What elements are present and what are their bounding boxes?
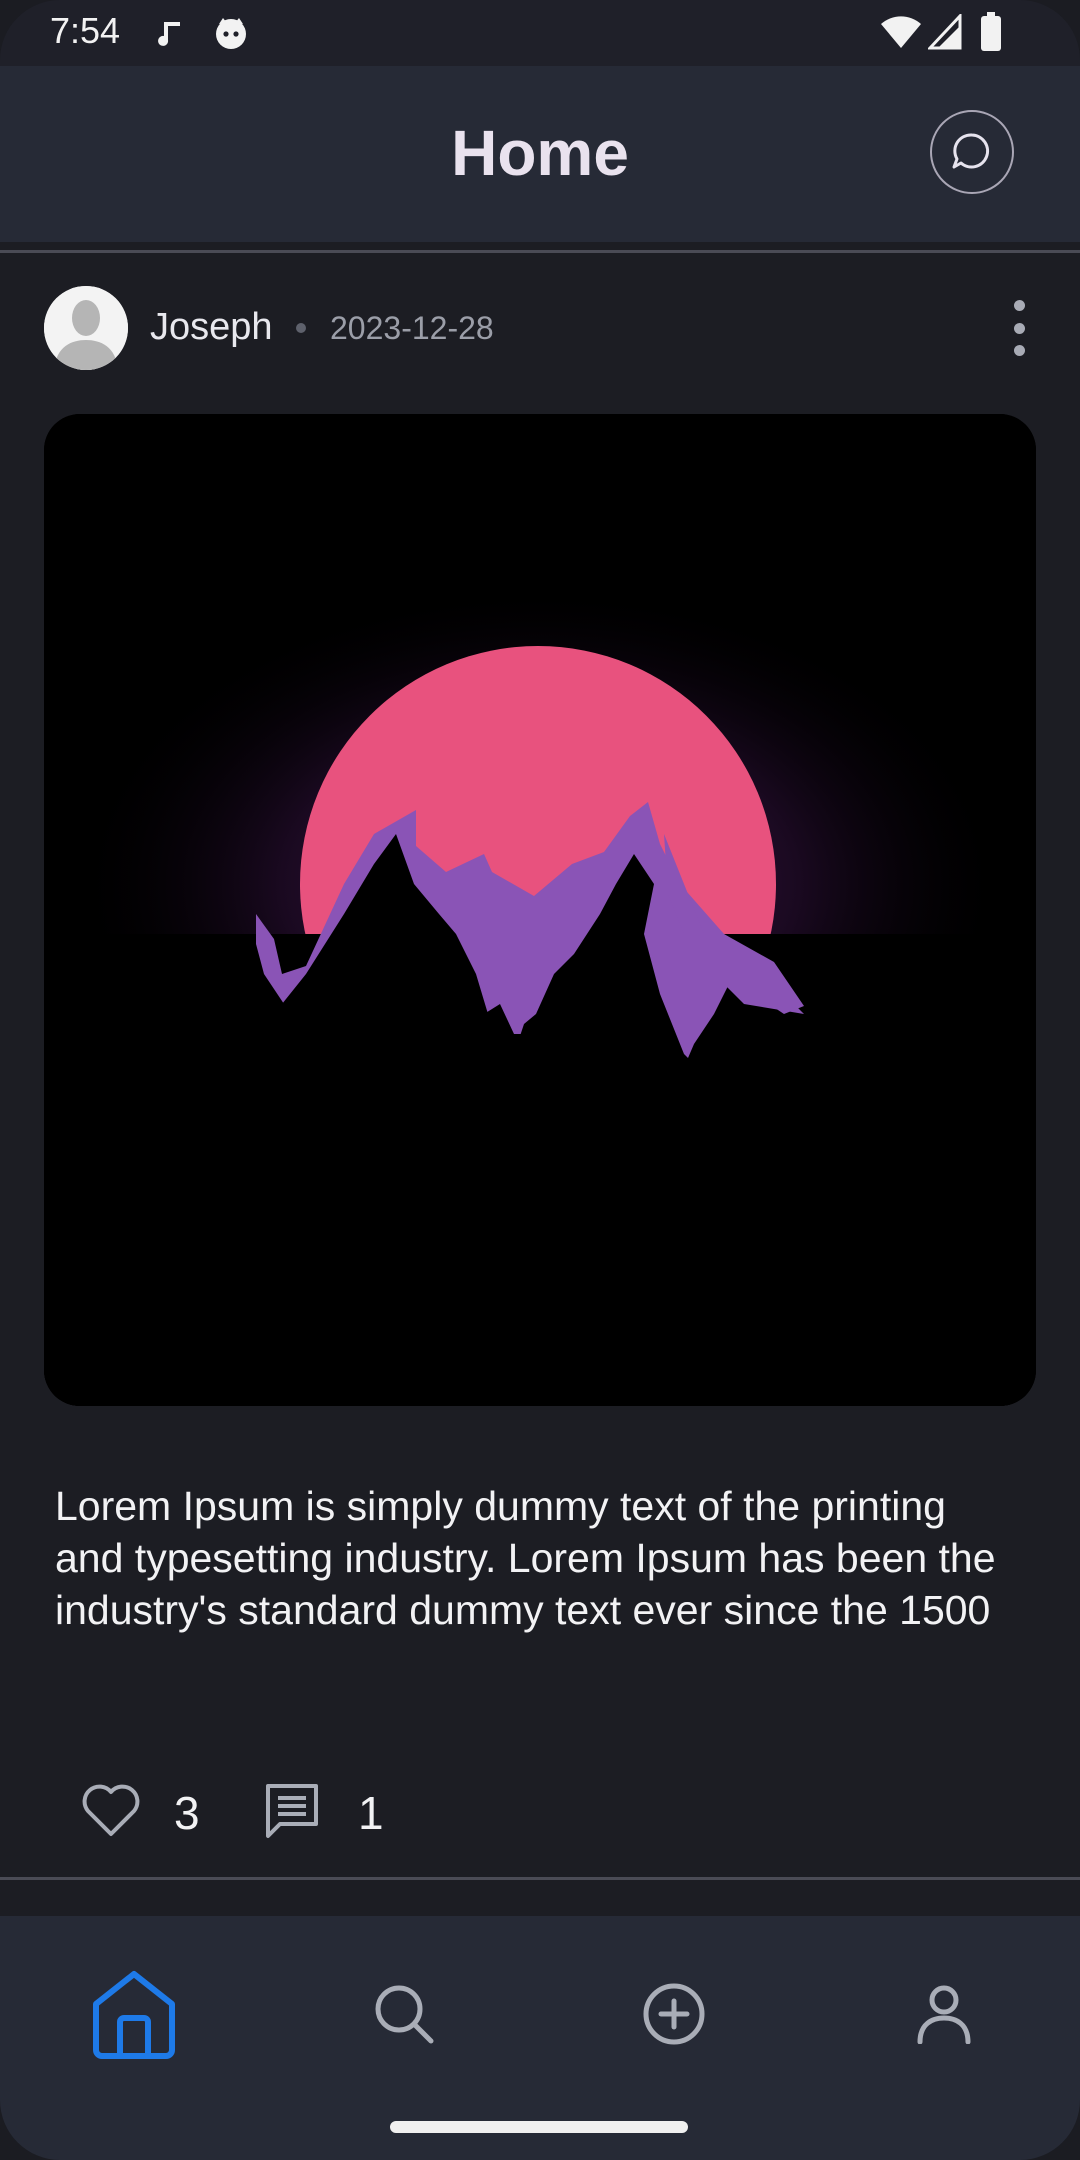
add-circle-icon (643, 1983, 705, 2045)
signal-icon (926, 12, 962, 55)
nav-profile[interactable] (894, 1964, 994, 2064)
app-bar: Home (0, 66, 1080, 242)
nav-home[interactable] (84, 1964, 184, 2064)
nav-add-post[interactable] (624, 1964, 724, 2064)
more-vert-icon (1013, 300, 1025, 311)
divider (0, 1877, 1080, 1880)
post-body: Lorem Ipsum is simply dummy text of the … (55, 1483, 996, 1633)
page-title: Home (451, 117, 629, 189)
dot-separator (296, 323, 306, 333)
app-screen: 7:54 Home Joseph 2023-12-28 Lorem Ipsum … (0, 0, 1080, 2160)
nav-search[interactable] (354, 1964, 454, 2064)
user-silhouette-icon (44, 286, 128, 370)
like-button[interactable] (80, 1782, 142, 1843)
like-count: 3 (174, 1787, 200, 1839)
search-icon (375, 1985, 434, 2044)
wifi-icon (880, 14, 922, 55)
divider (0, 250, 1080, 253)
author-name[interactable]: Joseph (150, 306, 273, 349)
comment-button[interactable] (262, 1780, 322, 1845)
status-time: 7:54 (50, 10, 121, 51)
profile-icon (917, 1985, 971, 2044)
battery-icon (980, 12, 1002, 57)
mountain-sunset-image (44, 414, 1036, 1406)
post-date: 2023-12-28 (330, 310, 494, 346)
avatar[interactable] (44, 286, 128, 370)
heart-icon (82, 1784, 140, 1836)
chat-bubble-icon (952, 133, 990, 169)
cat-face-icon (212, 14, 250, 57)
home-icon (93, 1971, 175, 2059)
home-gesture-bar[interactable] (390, 2121, 688, 2133)
status-bar: 7:54 (0, 0, 1080, 66)
more-options-button[interactable] (1004, 300, 1034, 356)
music-note-icon (152, 16, 186, 55)
post-image[interactable] (44, 414, 1036, 1406)
comment-count: 1 (358, 1787, 384, 1839)
more-vert-icon (1013, 322, 1025, 334)
chat-button[interactable] (930, 110, 1014, 194)
more-vert-icon (1013, 345, 1025, 356)
comment-icon (266, 1784, 318, 1838)
